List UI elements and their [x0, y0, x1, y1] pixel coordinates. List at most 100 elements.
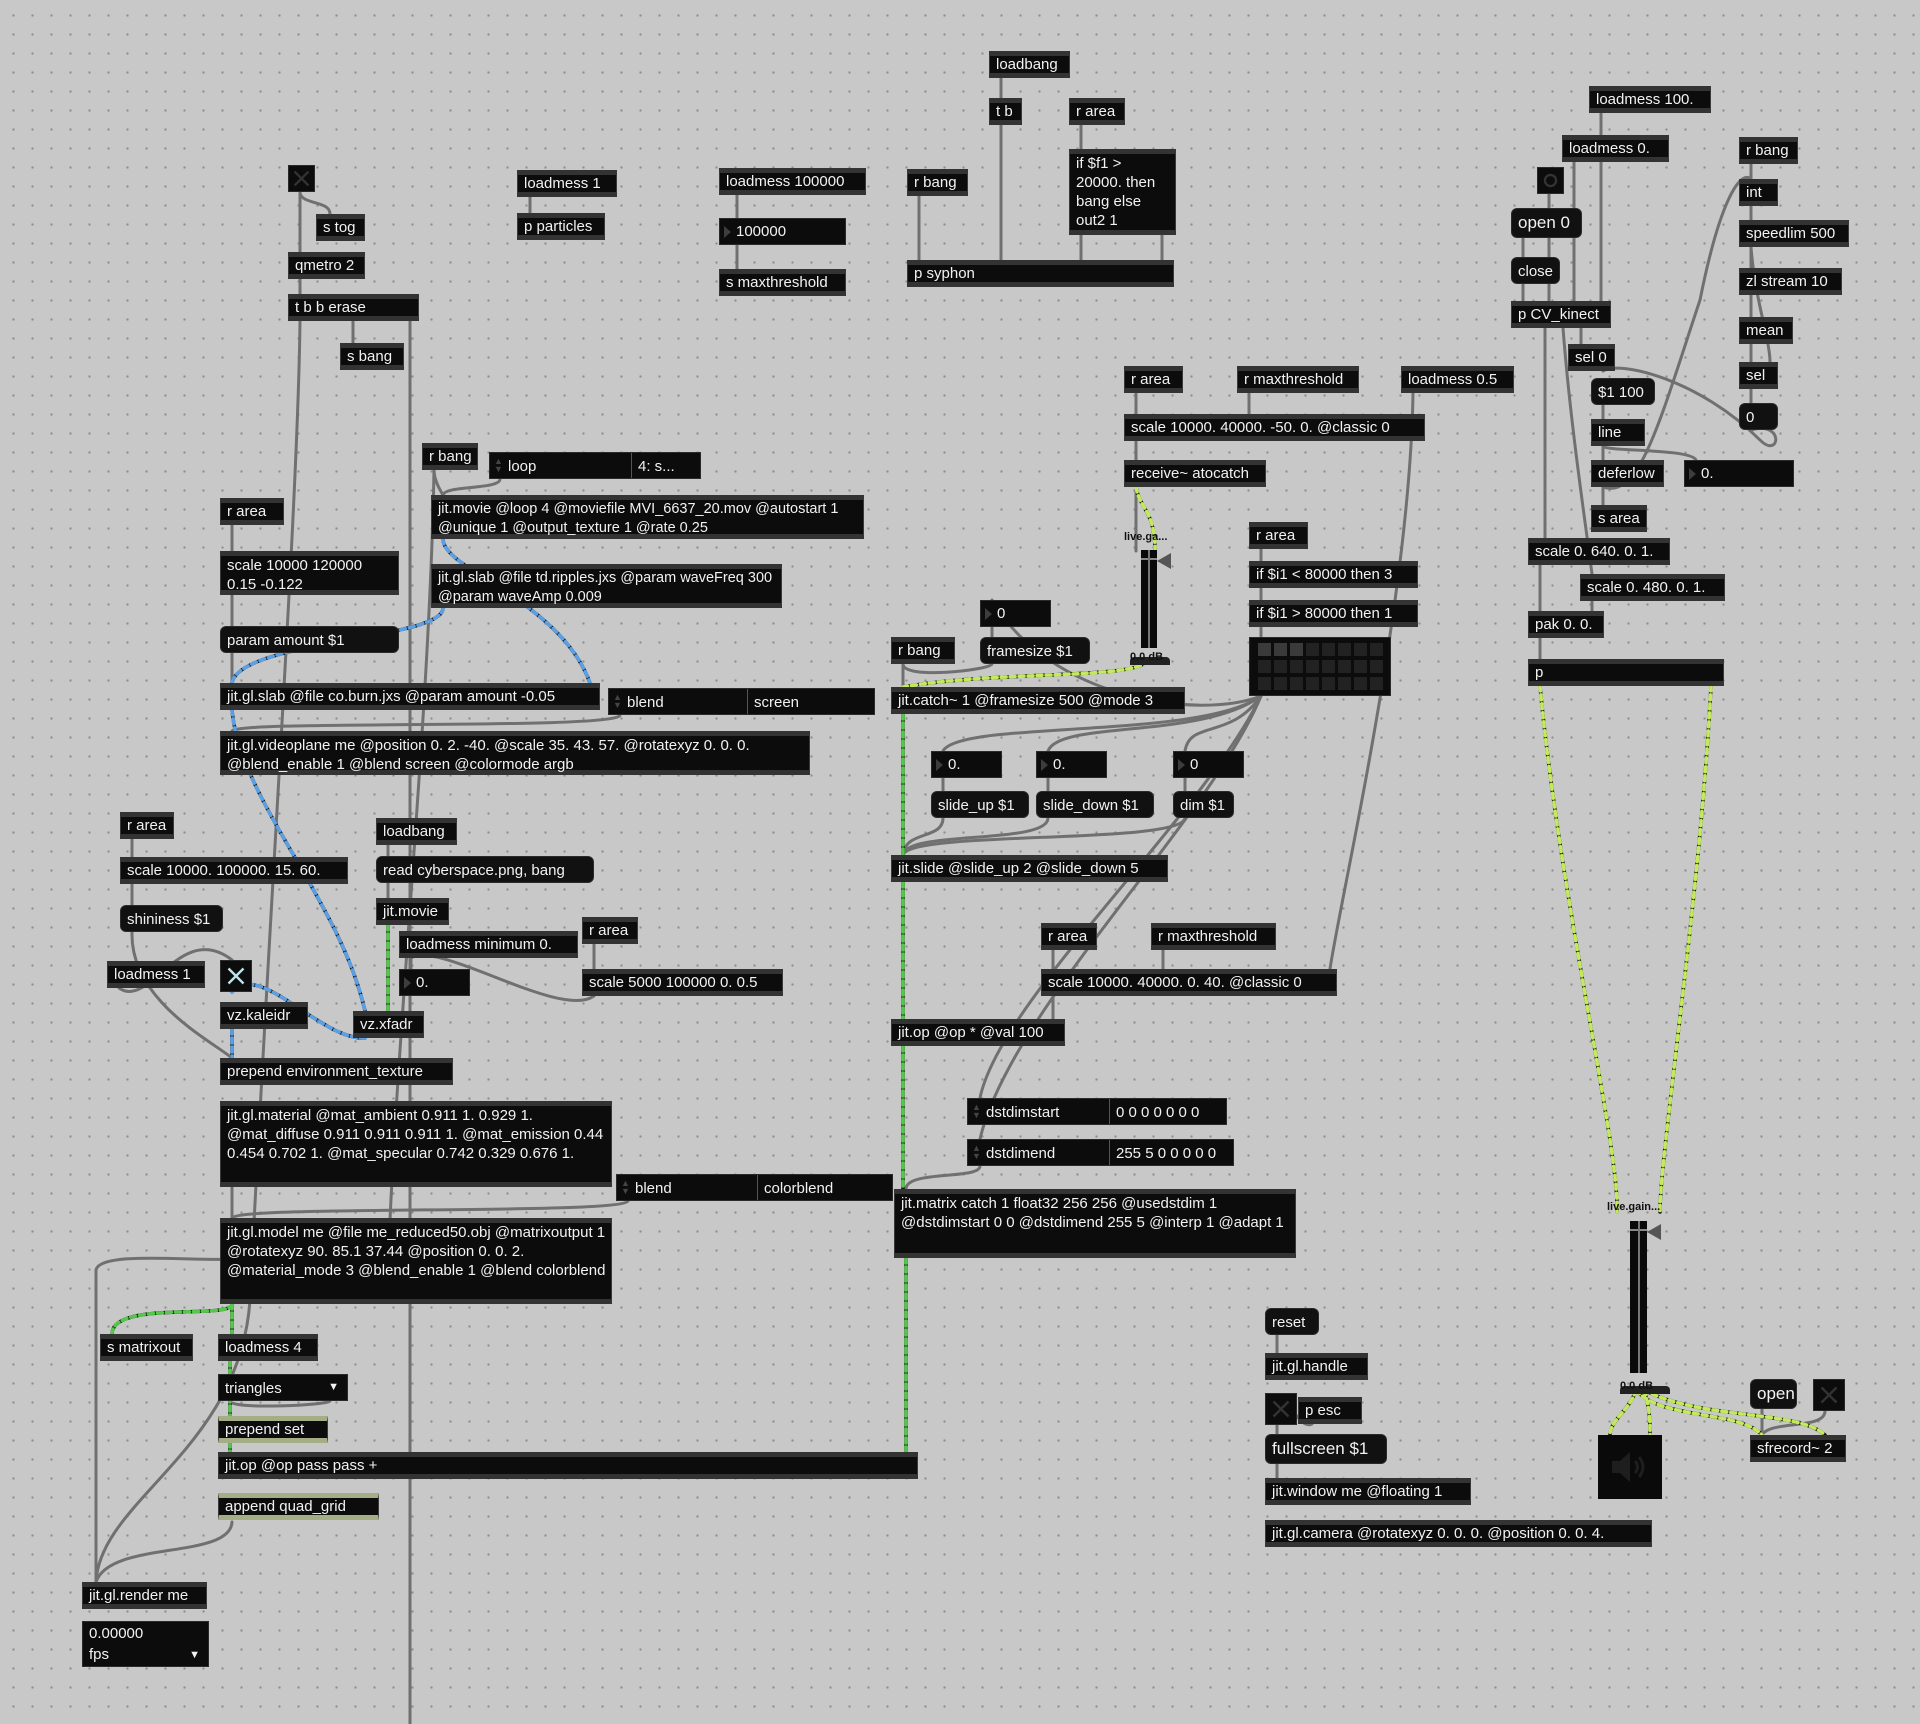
- scale-gain-object[interactable]: scale 10000. 40000. -50. 0. @classic 0: [1124, 414, 1425, 441]
- vz-kaleidr-object[interactable]: vz.kaleidr: [220, 1002, 308, 1029]
- attr-value[interactable]: screen: [754, 694, 799, 711]
- attr-value[interactable]: 0 0 0 0 0 0 0: [1116, 1104, 1199, 1121]
- scale-xfade-object[interactable]: scale 5000 100000 0. 0.5: [582, 969, 783, 996]
- r-area-audio-object[interactable]: r area: [1124, 366, 1183, 393]
- s-matrixout-object[interactable]: s matrixout: [100, 1334, 193, 1361]
- s-bang-object[interactable]: s bang: [340, 343, 404, 370]
- matrix-cell[interactable]: [1306, 643, 1319, 656]
- zl-stream-object[interactable]: zl stream 10: [1739, 268, 1842, 295]
- matrix-cell[interactable]: [1290, 660, 1303, 673]
- kaleid-toggle[interactable]: [220, 960, 252, 992]
- scale-shininess-object[interactable]: scale 10000. 100000. 15. 60.: [120, 857, 348, 884]
- qmetro-object[interactable]: qmetro 2: [288, 252, 365, 279]
- open-0-message[interactable]: open 0: [1511, 208, 1582, 238]
- sel-0-object[interactable]: sel 0: [1568, 344, 1615, 371]
- blend-screen-attrui[interactable]: ▲ ▼ blend screen: [608, 688, 875, 715]
- matrix-cell[interactable]: [1338, 677, 1351, 690]
- speedlim-object[interactable]: speedlim 500: [1739, 220, 1849, 247]
- s-area-object[interactable]: s area: [1591, 505, 1647, 532]
- loadmess-100000-object[interactable]: loadmess 100000: [719, 168, 866, 195]
- matrix-cell[interactable]: [1370, 677, 1383, 690]
- slab-ripples-object[interactable]: jit.gl.slab @file td.ripples.jxs @param …: [431, 564, 782, 608]
- jit-op-multiply-object[interactable]: jit.op @op * @val 100: [891, 1019, 1065, 1046]
- matrix-cell[interactable]: [1354, 643, 1367, 656]
- loop-attrui[interactable]: ▲ ▼ loop 4: s...: [489, 452, 701, 479]
- open-record-message[interactable]: open: [1750, 1379, 1797, 1409]
- append-quad-grid-object[interactable]: append quad_grid: [218, 1493, 379, 1520]
- gl-camera-object[interactable]: jit.gl.camera @rotatexyz 0. 0. 0. @posit…: [1265, 1520, 1652, 1547]
- matrix-cell[interactable]: [1370, 660, 1383, 673]
- gl-material-object[interactable]: jit.gl.material @mat_ambient 0.911 1. 0.…: [220, 1101, 612, 1187]
- jit-movie-image-object[interactable]: jit.movie: [376, 898, 449, 925]
- live-gain-slider[interactable]: [1141, 550, 1157, 648]
- attr-value[interactable]: 4: s...: [638, 458, 675, 475]
- scale-op-object[interactable]: scale 10000. 40000. 0. 40. @classic 0: [1041, 969, 1337, 996]
- loadmess-100-object[interactable]: loadmess 100.: [1589, 86, 1711, 113]
- matrix-cell[interactable]: [1322, 643, 1335, 656]
- gl-handle-object[interactable]: jit.gl.handle: [1265, 1353, 1368, 1380]
- if-threshold-object[interactable]: if $f1 > 20000. then bang else out2 1: [1069, 149, 1176, 235]
- p-esc-object[interactable]: p esc: [1298, 1397, 1362, 1424]
- matrix-cell[interactable]: [1338, 643, 1351, 656]
- matrixctrl-grid[interactable]: [1249, 637, 1391, 696]
- shininess-message[interactable]: shininess $1: [120, 905, 223, 932]
- r-maxthreshold-object[interactable]: r maxthreshold: [1237, 366, 1359, 393]
- reset-message[interactable]: reset: [1265, 1308, 1319, 1335]
- scale-amount-object[interactable]: scale 10000 120000 0.15 -0.122: [220, 551, 399, 595]
- area-float-number[interactable]: 0.: [1684, 460, 1794, 487]
- record-toggle[interactable]: [1813, 1379, 1845, 1411]
- fps-display[interactable]: 0.00000 fps ▼: [82, 1621, 209, 1667]
- loadbang-image-object[interactable]: loadbang: [376, 818, 457, 845]
- xfade-float-number[interactable]: 0.: [399, 969, 470, 996]
- matrix-cell[interactable]: [1290, 643, 1303, 656]
- r-area-video-object[interactable]: r area: [220, 498, 284, 525]
- line-ramp-message[interactable]: $1 100: [1591, 378, 1655, 405]
- loadmess-1-object[interactable]: loadmess 1: [517, 170, 617, 197]
- matrix-cell[interactable]: [1306, 660, 1319, 673]
- pak-object[interactable]: pak 0. 0.: [1528, 611, 1604, 638]
- attr-value[interactable]: colorblend: [764, 1180, 833, 1197]
- blend-colorblend-attrui[interactable]: ▲ ▼ blend colorblend: [616, 1174, 893, 1201]
- p-particles-object[interactable]: p particles: [517, 213, 605, 240]
- slide-up-message[interactable]: slide_up $1: [931, 791, 1029, 818]
- param-amount-message[interactable]: param amount $1: [220, 626, 399, 653]
- dstdimstart-attrui[interactable]: ▲ ▼ dstdimstart 0 0 0 0 0 0 0: [967, 1098, 1227, 1125]
- matrix-cell[interactable]: [1274, 677, 1287, 690]
- matrix-cell[interactable]: [1338, 660, 1351, 673]
- matrix-cell[interactable]: [1274, 660, 1287, 673]
- framesize-number[interactable]: 0: [980, 600, 1051, 627]
- vz-xfadr-object[interactable]: vz.xfadr: [353, 1011, 424, 1038]
- jit-movie-object[interactable]: jit.movie @loop 4 @moviefile MVI_6637_20…: [431, 495, 864, 539]
- matrix-cell[interactable]: [1322, 660, 1335, 673]
- scale-x-object[interactable]: scale 0. 640. 0. 1.: [1528, 538, 1670, 565]
- metro-toggle[interactable]: [288, 165, 315, 192]
- sfrecord-object[interactable]: sfrecord~ 2: [1750, 1435, 1846, 1462]
- r-area-op-object[interactable]: r area: [1041, 923, 1097, 950]
- r-area-object[interactable]: r area: [1069, 98, 1125, 125]
- scale-y-object[interactable]: scale 0. 480. 0. 1.: [1580, 574, 1725, 601]
- slide-up-number[interactable]: 0.: [931, 751, 1002, 778]
- jit-matrix-catch-object[interactable]: jit.matrix catch 1 float32 256 256 @used…: [894, 1189, 1296, 1258]
- matrix-cell[interactable]: [1322, 677, 1335, 690]
- r-bang-catch-object[interactable]: r bang: [891, 637, 955, 664]
- fullscreen-message[interactable]: fullscreen $1: [1265, 1434, 1387, 1464]
- videoplane-object[interactable]: jit.gl.videoplane me @position 0. 2. -40…: [220, 731, 810, 775]
- slab-burn-object[interactable]: jit.gl.slab @file co.burn.jxs @param amo…: [220, 683, 600, 710]
- draw-mode-menu[interactable]: triangles ▼: [218, 1374, 348, 1401]
- trigger-object[interactable]: t b b erase: [288, 294, 419, 321]
- slide-down-number[interactable]: 0.: [1036, 751, 1107, 778]
- gl-model-object[interactable]: jit.gl.model me @file me_reduced50.obj @…: [220, 1218, 612, 1304]
- live-gain-out-slider[interactable]: [1630, 1221, 1647, 1373]
- attr-value[interactable]: 255 5 0 0 0 0 0: [1116, 1145, 1216, 1162]
- loadmess-minimum-object[interactable]: loadmess minimum 0.: [399, 931, 578, 958]
- receive-atocatch-object[interactable]: receive~ atocatch: [1124, 460, 1266, 487]
- matrix-cell[interactable]: [1354, 677, 1367, 690]
- sel-object[interactable]: sel: [1739, 362, 1778, 389]
- gl-render-object[interactable]: jit.gl.render me: [82, 1582, 207, 1609]
- jit-catch-object[interactable]: jit.catch~ 1 @framesize 500 @mode 3: [891, 687, 1185, 714]
- if-greater-object[interactable]: if $i1 > 80000 then 1: [1249, 600, 1418, 627]
- p-syphon-object[interactable]: p syphon: [907, 260, 1174, 287]
- read-cyberspace-message[interactable]: read cyberspace.png, bang: [376, 856, 594, 883]
- mean-object[interactable]: mean: [1739, 317, 1793, 344]
- s-maxthreshold-object[interactable]: s maxthreshold: [719, 269, 846, 296]
